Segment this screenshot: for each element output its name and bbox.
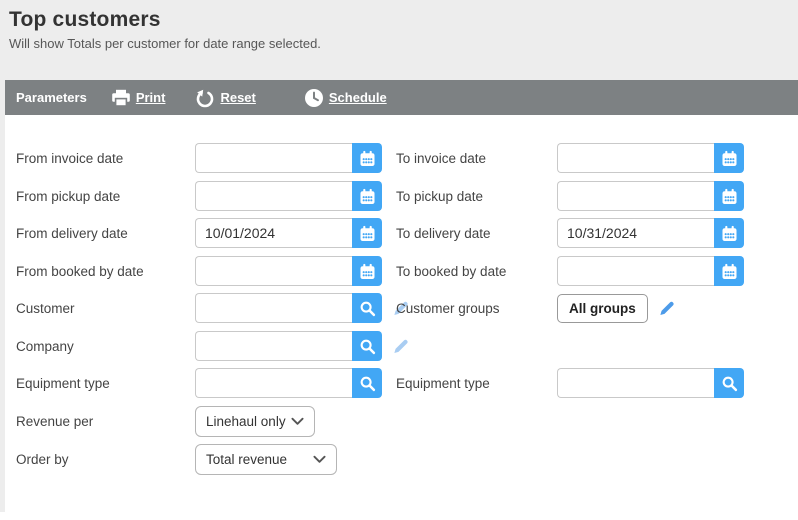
form-row-revenue-per: Revenue per Linehaul only: [16, 406, 315, 436]
calendar-icon: [721, 188, 738, 205]
equipment-type-search-button[interactable]: [352, 368, 382, 398]
company-search-button[interactable]: [352, 331, 382, 361]
form-row-from-delivery-date: From delivery date: [16, 218, 382, 248]
calendar-icon: [359, 225, 376, 242]
to-delivery-date-input[interactable]: [557, 218, 714, 248]
revenue-per-value: Linehaul only: [206, 414, 286, 429]
page-subtitle: Will show Totals per customer for date r…: [9, 36, 798, 51]
search-icon: [359, 375, 376, 392]
search-icon: [359, 338, 376, 355]
field-label: From invoice date: [16, 151, 195, 166]
printer-icon: [111, 89, 131, 107]
form-row-company: Company: [16, 331, 410, 361]
print-label: Print: [136, 90, 166, 105]
clock-icon: [304, 88, 324, 108]
form-row-customer: Customer: [16, 293, 410, 323]
form-row-order-by: Order by Total revenue: [16, 444, 337, 474]
form-row-from-invoice-date: From invoice date: [16, 143, 382, 173]
from-booked-by-date-input[interactable]: [195, 256, 352, 286]
equipment-type-2-input[interactable]: [557, 368, 714, 398]
field-label: From delivery date: [16, 226, 195, 241]
page-title: Top customers: [9, 8, 798, 32]
calendar-icon: [721, 150, 738, 167]
chevron-down-icon: [291, 417, 304, 426]
field-label: Order by: [16, 452, 195, 467]
field-label: Company: [16, 339, 195, 354]
field-label: Revenue per: [16, 414, 195, 429]
calendar-icon: [721, 263, 738, 280]
from-invoice-date-input[interactable]: [195, 143, 352, 173]
form-row-to-booked-by-date: To booked by date: [396, 256, 744, 286]
form-row-from-booked-by-date: From booked by date: [16, 256, 382, 286]
to-invoice-date-input[interactable]: [557, 143, 714, 173]
calendar-button[interactable]: [352, 143, 382, 173]
schedule-button[interactable]: Schedule: [304, 88, 387, 108]
from-pickup-date-input[interactable]: [195, 181, 352, 211]
calendar-button[interactable]: [352, 181, 382, 211]
calendar-icon: [721, 225, 738, 242]
reset-icon: [195, 88, 215, 108]
page-header: Top customers Will show Totals per custo…: [0, 0, 798, 80]
order-by-value: Total revenue: [206, 452, 287, 467]
equipment-type-2-search-button[interactable]: [714, 368, 744, 398]
field-label: Customer groups: [396, 301, 557, 316]
to-booked-by-date-input[interactable]: [557, 256, 714, 286]
calendar-icon: [359, 188, 376, 205]
reset-label: Reset: [220, 90, 255, 105]
parameters-toolbar: Parameters Print Reset Sch: [5, 80, 798, 115]
field-label: Equipment type: [16, 376, 195, 391]
calendar-button[interactable]: [714, 181, 744, 211]
customer-search-button[interactable]: [352, 293, 382, 323]
customer-input[interactable]: [195, 293, 352, 323]
reset-button[interactable]: Reset: [195, 88, 255, 108]
print-button[interactable]: Print: [111, 89, 166, 107]
form-row-to-delivery-date: To delivery date: [396, 218, 744, 248]
left-margin-strip: [0, 80, 5, 512]
chevron-down-icon: [313, 455, 326, 464]
calendar-button[interactable]: [352, 256, 382, 286]
field-label: To booked by date: [396, 264, 557, 279]
equipment-type-input[interactable]: [195, 368, 352, 398]
customer-groups-edit-pencil-icon[interactable]: [657, 299, 676, 318]
order-by-select[interactable]: Total revenue: [195, 444, 337, 475]
field-label: Equipment type: [396, 376, 557, 391]
calendar-button[interactable]: [714, 256, 744, 286]
calendar-button[interactable]: [352, 218, 382, 248]
form-row-to-invoice-date: To invoice date: [396, 143, 744, 173]
schedule-label: Schedule: [329, 90, 387, 105]
field-label: To pickup date: [396, 189, 557, 204]
search-icon: [359, 300, 376, 317]
field-label: To delivery date: [396, 226, 557, 241]
form-row-equipment-type: Equipment type: [16, 368, 382, 398]
form-row-customer-groups: Customer groups All groups: [396, 293, 676, 323]
company-input[interactable]: [195, 331, 352, 361]
form-row-from-pickup-date: From pickup date: [16, 181, 382, 211]
company-edit-pencil-icon[interactable]: [391, 337, 410, 356]
calendar-icon: [359, 263, 376, 280]
revenue-per-select[interactable]: Linehaul only: [195, 406, 315, 437]
field-label: To invoice date: [396, 151, 557, 166]
form-row-equipment-type-2: Equipment type: [396, 368, 744, 398]
to-pickup-date-input[interactable]: [557, 181, 714, 211]
field-label: From pickup date: [16, 189, 195, 204]
all-groups-button[interactable]: All groups: [557, 294, 648, 323]
field-label: Customer: [16, 301, 195, 316]
calendar-button[interactable]: [714, 143, 744, 173]
field-label: From booked by date: [16, 264, 195, 279]
search-icon: [721, 375, 738, 392]
calendar-button[interactable]: [714, 218, 744, 248]
form-row-to-pickup-date: To pickup date: [396, 181, 744, 211]
parameters-label: Parameters: [16, 90, 87, 105]
from-delivery-date-input[interactable]: [195, 218, 352, 248]
calendar-icon: [359, 150, 376, 167]
